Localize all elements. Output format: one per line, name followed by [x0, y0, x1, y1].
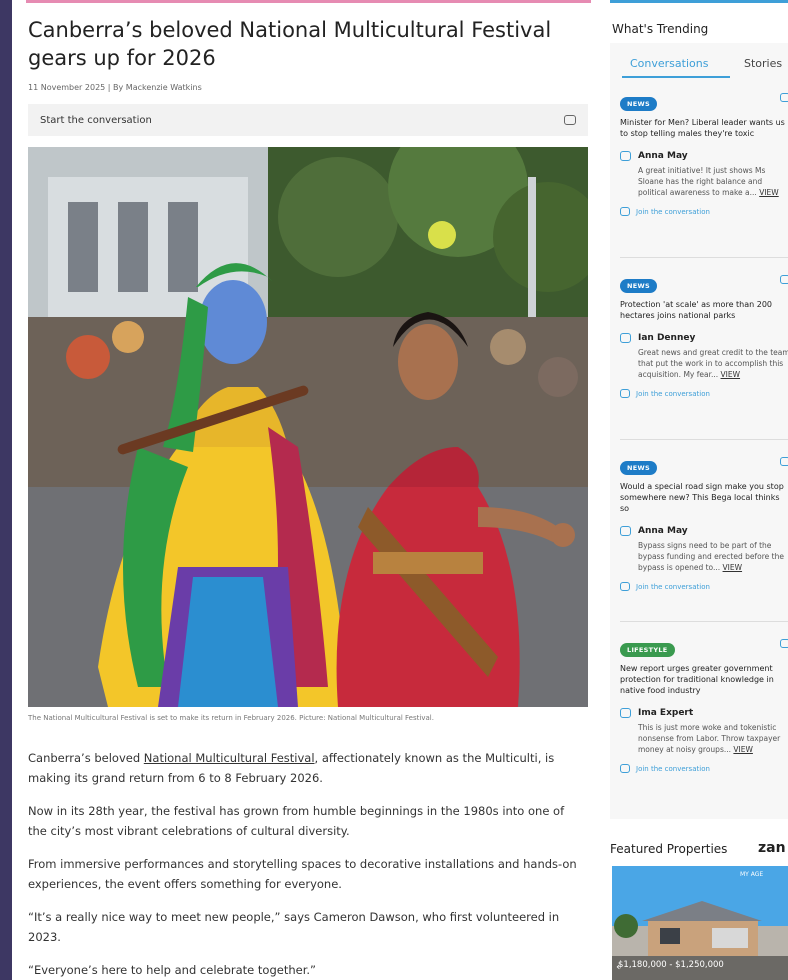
commenter: Ian Denney: [620, 333, 788, 343]
comment-text: Great news and great credit to the team …: [638, 348, 788, 379]
left-background-band: [0, 0, 12, 980]
commenter: Ima Expert: [620, 708, 788, 718]
start-conversation-label: Start the conversation: [40, 114, 152, 126]
commenter-name: Anna May: [638, 526, 688, 536]
active-tab-indicator: [622, 76, 730, 78]
join-conversation-link[interactable]: Join the conversation: [620, 207, 788, 216]
article-byline: 11 November 2025 | By Mackenzie Watkins: [28, 83, 202, 92]
view-link[interactable]: VIEW: [721, 370, 741, 379]
news-badge[interactable]: NEWS: [620, 461, 657, 475]
divider: [620, 621, 788, 622]
view-link[interactable]: VIEW: [759, 188, 779, 197]
comment-icon: [620, 333, 631, 343]
commenter-name: Ian Denney: [638, 333, 696, 343]
comment-icon[interactable]: [780, 639, 788, 648]
lifestyle-badge[interactable]: LIFESTYLE: [620, 643, 675, 657]
comment-icon: [620, 582, 630, 591]
svg-text:MY AGE: MY AGE: [740, 871, 763, 878]
divider: [620, 439, 788, 440]
article-body: Canberra’s beloved National Multicultura…: [28, 748, 583, 980]
comment-icon: [620, 708, 631, 718]
news-badge[interactable]: NEWS: [620, 279, 657, 293]
featured-brand-logo[interactable]: zan: [758, 840, 786, 856]
commenter-name: Anna May: [638, 151, 688, 161]
trending-item[interactable]: NEWS Minister for Men? Liberal leader wa…: [620, 91, 788, 216]
article-accent-line: [26, 0, 591, 3]
page: Canberra’s beloved National Multicultura…: [12, 0, 788, 980]
join-conversation-link[interactable]: Join the conversation: [620, 582, 788, 591]
commenter: Anna May: [620, 526, 788, 536]
view-link[interactable]: VIEW: [723, 563, 743, 572]
tab-stories[interactable]: Stories: [744, 57, 782, 70]
property-card[interactable]: ‹ MY AGE $1,180,000 - $1,250,000: [612, 866, 788, 980]
divider: [620, 257, 788, 258]
trending-item[interactable]: NEWS Protection 'at scale' as more than …: [620, 273, 788, 398]
trending-headline[interactable]: Would a special road sign make you stop …: [620, 481, 788, 514]
trending-accent-line: [610, 0, 788, 3]
paragraph-1: Canberra’s beloved National Multicultura…: [28, 751, 555, 785]
featured-properties-title: Featured Properties: [610, 842, 728, 856]
comment-icon: [620, 151, 631, 161]
trending-headline[interactable]: New report urges greater government prot…: [620, 663, 788, 696]
comment-icon[interactable]: [780, 457, 788, 466]
commenter: Anna May: [620, 151, 788, 161]
news-badge[interactable]: NEWS: [620, 97, 657, 111]
join-conversation-link[interactable]: Join the conversation: [620, 764, 788, 773]
hero-photo: [28, 147, 588, 707]
article-headline: Canberra’s beloved National Multicultura…: [28, 18, 552, 70]
comment-text: This is just more woke and tokenistic no…: [638, 723, 781, 754]
trending-item[interactable]: NEWS Would a special road sign make you …: [620, 455, 788, 591]
sidebar: What's Trending Conversations Stories NE…: [608, 0, 788, 980]
paragraph-2: Now in its 28th year, the festival has g…: [28, 804, 565, 838]
comment-text: Bypass signs need to be part of the bypa…: [638, 541, 784, 572]
comment-icon[interactable]: [780, 275, 788, 284]
trending-title: What's Trending: [612, 22, 709, 36]
start-conversation-bar[interactable]: Start the conversation: [28, 104, 588, 136]
paragraph-4: “It’s a really nice way to meet new peop…: [28, 910, 560, 944]
comment-icon: [620, 764, 630, 773]
tab-conversations[interactable]: Conversations: [630, 57, 708, 70]
property-price: $1,180,000 - $1,250,000: [618, 960, 724, 970]
photo-caption: The National Multicultural Festival is s…: [28, 714, 434, 722]
paragraph-5: “Everyone’s here to help and celebrate t…: [28, 963, 316, 977]
trending-headline[interactable]: Protection 'at scale' as more than 200 h…: [620, 299, 788, 321]
comment-icon: [620, 389, 630, 398]
commenter-name: Ima Expert: [638, 708, 694, 718]
trending-box: Conversations Stories NEWS Minister for …: [610, 43, 788, 819]
trending-headline[interactable]: Minister for Men? Liberal leader wants u…: [620, 117, 788, 139]
trending-tabs: Conversations Stories: [610, 49, 788, 78]
view-link[interactable]: VIEW: [733, 745, 753, 754]
comment-text: A great initiative! It just shows Ms Slo…: [638, 166, 779, 197]
trending-item[interactable]: LIFESTYLE New report urges greater gover…: [620, 637, 788, 773]
join-conversation-link[interactable]: Join the conversation: [620, 389, 788, 398]
comment-icon: [620, 207, 630, 216]
paragraph-3: From immersive performances and storytel…: [28, 857, 577, 891]
comment-icon[interactable]: [780, 93, 788, 102]
comment-icon: [620, 526, 631, 536]
festival-link[interactable]: National Multicultural Festival: [144, 751, 315, 765]
comment-icon: [564, 115, 576, 125]
